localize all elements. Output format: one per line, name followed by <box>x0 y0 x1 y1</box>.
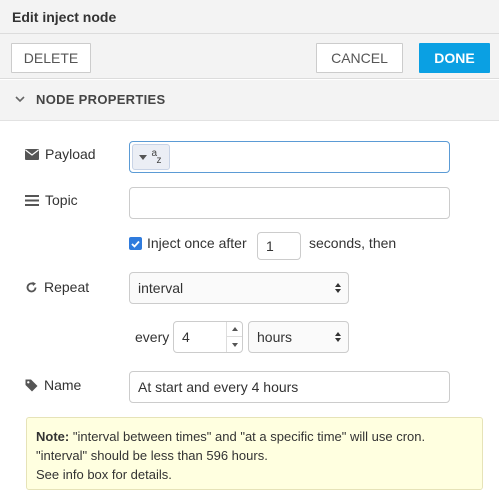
repeat-mode-select[interactable]: interval <box>129 272 349 304</box>
interval-unit-value: hours <box>257 329 293 345</box>
topic-input[interactable] <box>129 187 450 219</box>
payload-type-selector[interactable]: az <box>132 144 170 170</box>
tag-icon <box>25 379 38 392</box>
payload-input[interactable]: az <box>129 141 450 173</box>
every-label: every <box>135 329 170 345</box>
node-properties-section-header[interactable]: NODE PROPERTIES <box>0 80 499 121</box>
envelope-icon <box>25 148 39 160</box>
name-label: Name <box>44 377 82 393</box>
inject-delay-value: 1 <box>266 238 274 254</box>
list-icon <box>25 194 39 206</box>
note-text-1: "interval between times" and "at a speci… <box>72 429 426 444</box>
payload-label: Payload <box>45 146 96 162</box>
name-row-label: Name <box>25 377 81 393</box>
chevron-down-icon <box>14 92 26 104</box>
topic-row-label: Topic <box>25 192 78 208</box>
note-line-3: See info box for details. <box>36 467 172 482</box>
dialog-title: Edit inject node <box>12 9 117 25</box>
cancel-button[interactable]: CANCEL <box>316 43 403 73</box>
inject-once-suffix: seconds, then <box>309 235 397 251</box>
caret-down-icon <box>138 154 147 160</box>
interval-unit-select[interactable]: hours <box>248 321 349 353</box>
dialog-header: Edit inject node <box>0 0 499 34</box>
inject-delay-input[interactable]: 1 <box>257 232 301 260</box>
refresh-icon <box>25 281 38 294</box>
checkmark-icon <box>131 240 140 248</box>
note-line-2: "interval" should be less than 596 hours… <box>36 448 268 463</box>
name-input[interactable]: At start and every 4 hours <box>129 371 450 403</box>
repeat-label: Repeat <box>44 279 90 295</box>
select-arrows-icon <box>335 332 341 342</box>
note-prefix: Note: <box>36 429 70 444</box>
delete-button[interactable]: DELETE <box>11 43 91 73</box>
every-spinner[interactable]: 4 <box>173 321 243 353</box>
select-arrows-icon <box>335 283 341 293</box>
name-value: At start and every 4 hours <box>138 379 299 395</box>
repeat-row-label: Repeat <box>25 279 89 295</box>
string-type-icon: az <box>151 148 162 166</box>
spinner-down-icon[interactable] <box>227 337 242 352</box>
topic-label: Topic <box>45 192 78 208</box>
payload-row-label: Payload <box>25 146 96 162</box>
spinner-up-icon[interactable] <box>227 322 242 337</box>
spinner-controls <box>226 322 242 352</box>
done-button[interactable]: DONE <box>419 43 490 73</box>
inject-once-label: Inject once after <box>147 235 247 251</box>
section-label: NODE PROPERTIES <box>36 92 166 107</box>
info-note: Note: "interval between times" and "at a… <box>26 417 483 490</box>
every-value: 4 <box>182 329 190 345</box>
repeat-mode-value: interval <box>138 280 184 296</box>
inject-once-checkbox[interactable] <box>129 237 142 250</box>
dialog-toolbar: DELETE CANCEL DONE <box>0 34 499 79</box>
note-line-1: Note: "interval between times" and "at a… <box>36 427 473 446</box>
